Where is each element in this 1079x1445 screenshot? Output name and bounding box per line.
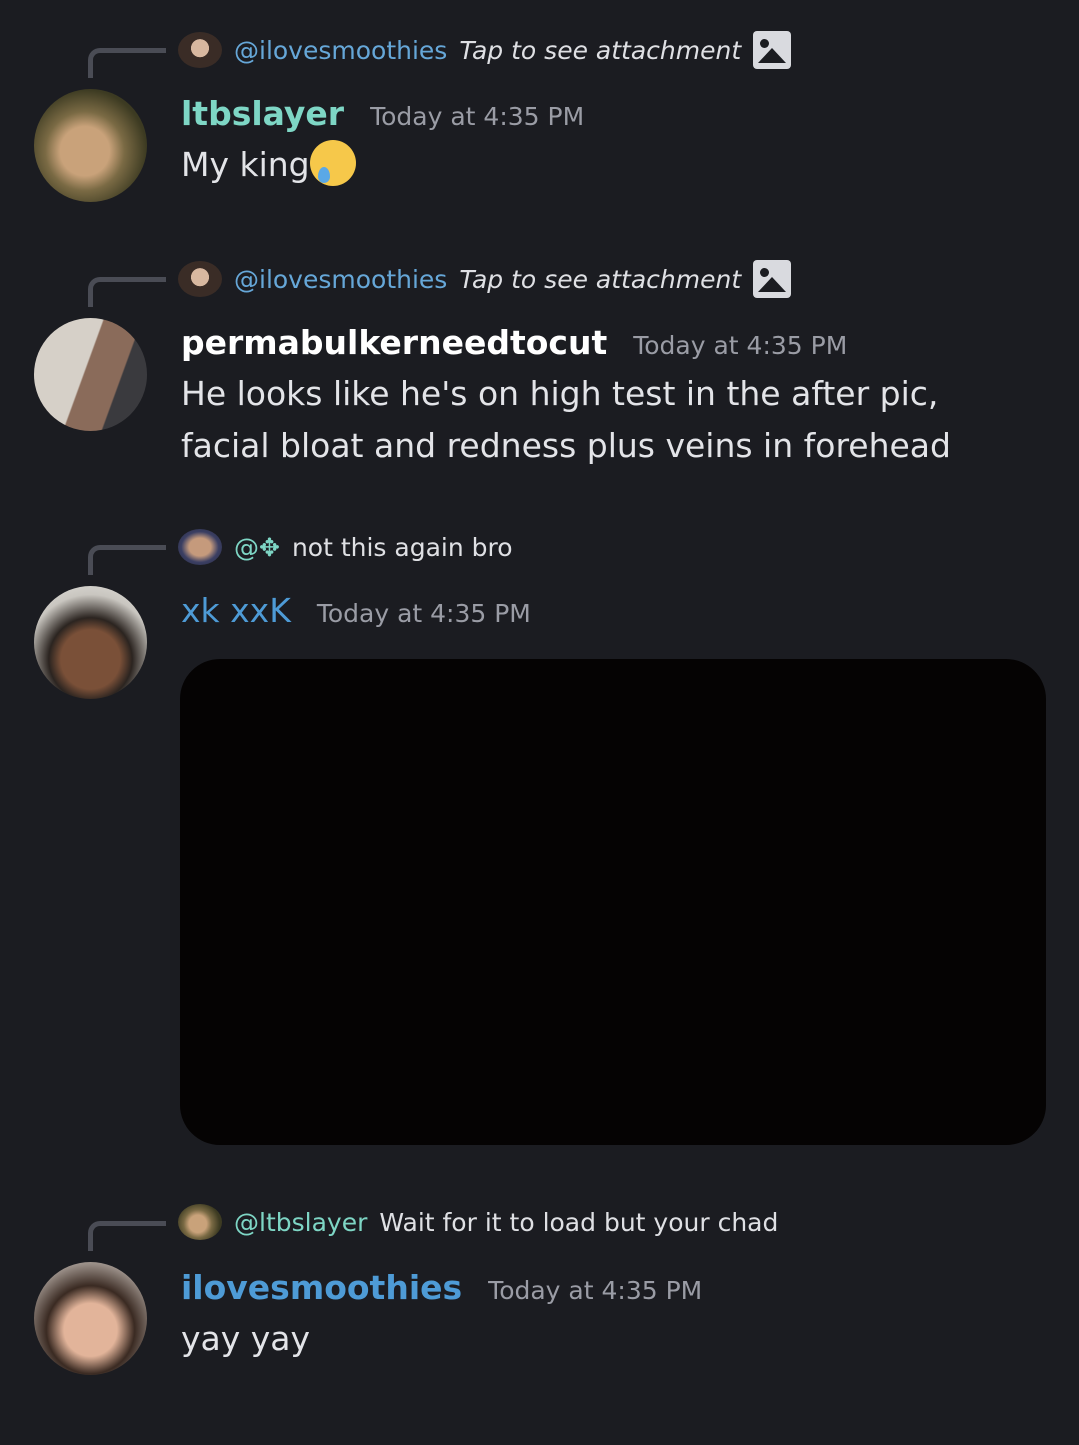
- reply-text: not this again bro: [291, 532, 513, 562]
- reply-mention[interactable]: @ilovesmoothies: [234, 36, 447, 65]
- reply-avatar: [178, 32, 222, 68]
- timestamp: Today at 4:35 PM: [316, 599, 531, 628]
- username[interactable]: xk xxK: [181, 591, 291, 630]
- avatar[interactable]: [34, 1262, 147, 1375]
- reply-mention[interactable]: @✥: [234, 533, 280, 562]
- image-attachment-icon: [753, 260, 792, 298]
- reply-mention[interactable]: @ilovesmoothies: [234, 265, 447, 294]
- reply-preview[interactable]: @ilovesmoothies Tap to see attachment: [178, 259, 792, 299]
- reply-mention[interactable]: @ltbslayer: [234, 1208, 367, 1237]
- crying-face-icon: [309, 140, 356, 186]
- timestamp: Today at 4:35 PM: [633, 331, 848, 360]
- reply-avatar: [178, 1204, 222, 1240]
- username[interactable]: permabulkerneedtocut: [181, 323, 607, 362]
- reply-text: Wait for it to load but your chad: [379, 1207, 779, 1237]
- reply-connector: [88, 48, 166, 78]
- message-text: yay yay: [181, 1319, 311, 1358]
- avatar[interactable]: [34, 586, 147, 699]
- message-text: He looks like he's on high test in the a…: [181, 374, 951, 465]
- username[interactable]: ltbslayer: [181, 94, 344, 133]
- timestamp: Today at 4:35 PM: [370, 102, 585, 131]
- message-content: My king: [181, 139, 1021, 191]
- reply-text: Tap to see attachment: [459, 264, 742, 294]
- message-text: My king: [181, 145, 310, 184]
- media-attachment[interactable]: [180, 659, 1046, 1145]
- reply-avatar: [178, 529, 222, 565]
- timestamp: Today at 4:35 PM: [488, 1276, 703, 1305]
- reply-connector: [88, 1221, 166, 1251]
- avatar[interactable]: [34, 318, 147, 431]
- reply-preview[interactable]: @ilovesmoothies Tap to see attachment: [178, 30, 792, 70]
- reply-preview[interactable]: @✥ not this again bro: [178, 527, 513, 567]
- reply-connector: [88, 545, 166, 575]
- image-attachment-icon: [753, 31, 792, 69]
- reply-text: Tap to see attachment: [459, 35, 742, 65]
- reply-connector: [88, 277, 166, 307]
- username[interactable]: ilovesmoothies: [181, 1268, 462, 1307]
- reply-avatar: [178, 261, 222, 297]
- avatar[interactable]: [34, 89, 147, 202]
- reply-preview[interactable]: @ltbslayer Wait for it to load but your …: [178, 1202, 778, 1242]
